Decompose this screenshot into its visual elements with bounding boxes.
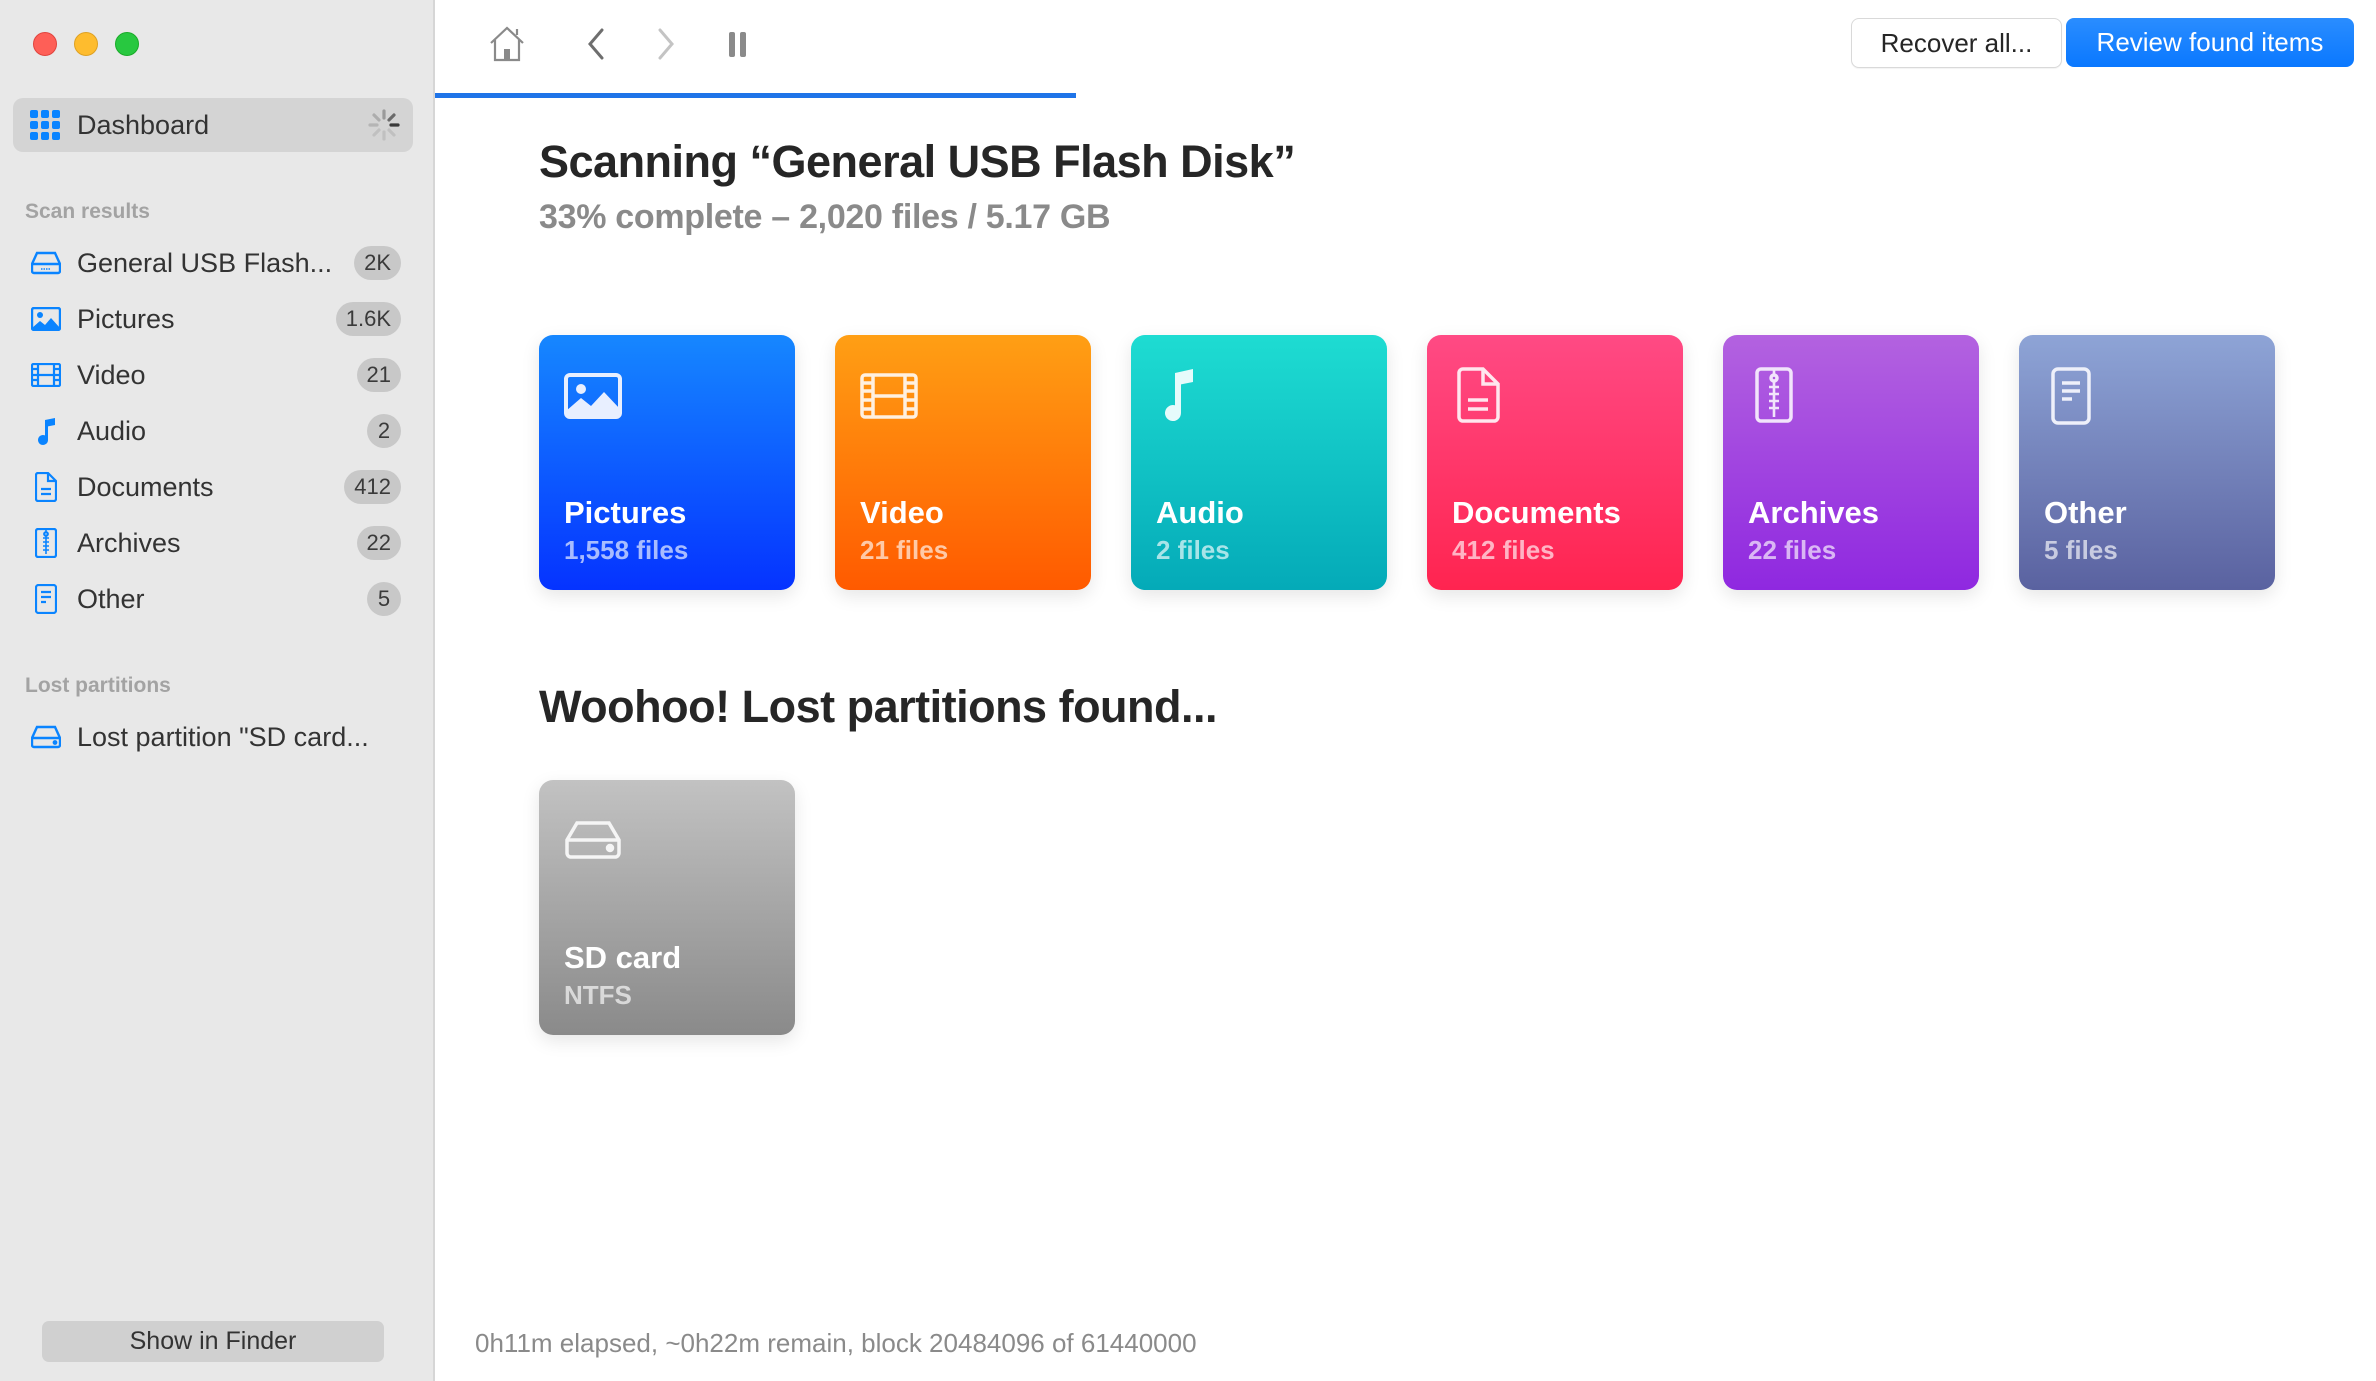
sidebar-item-label: Documents	[77, 471, 214, 502]
document-icon	[1457, 367, 1500, 423]
sidebar-item-audio[interactable]: Audio 2	[13, 406, 413, 456]
archive-icon	[1755, 367, 1793, 423]
music-note-icon	[30, 415, 62, 447]
sidebar-item-general-usb[interactable]: General USB Flash... 2K	[13, 238, 413, 288]
sidebar-item-label: Pictures	[77, 303, 175, 334]
sidebar-item-documents[interactable]: Documents 412	[13, 462, 413, 512]
scan-progress-bar	[435, 93, 1076, 98]
category-card-other[interactable]: Other 5 files	[2019, 335, 2275, 590]
category-card-pictures[interactable]: Pictures 1,558 files	[539, 335, 795, 590]
film-icon	[860, 373, 918, 419]
partition-cards: SD card NTFS	[539, 780, 795, 1035]
drive-icon	[30, 721, 62, 753]
category-count: 22 files	[1748, 535, 1837, 565]
category-name: Archives	[1748, 495, 1879, 530]
sidebar-item-label: Audio	[77, 415, 147, 446]
sidebar-item-video[interactable]: Video 21	[13, 350, 413, 400]
sidebar-item-other[interactable]: Other 5	[13, 574, 413, 624]
window-controls	[33, 32, 139, 56]
sidebar-item-label: Lost partition "SD card...	[77, 721, 369, 752]
category-card-audio[interactable]: Audio 2 files	[1131, 335, 1387, 590]
sidebar-item-label: General USB Flash...	[77, 247, 333, 278]
lost-partitions-heading: Woohoo! Lost partitions found...	[539, 681, 1218, 732]
category-card-archives[interactable]: Archives 22 files	[1723, 335, 1979, 590]
category-name: Documents	[1452, 495, 1621, 530]
category-card-documents[interactable]: Documents 412 files	[1427, 335, 1683, 590]
scan-status-text: 0h11m elapsed, ~0h22m remain, block 2048…	[475, 1328, 1197, 1358]
partition-name: SD card	[564, 940, 682, 975]
close-window-button[interactable]	[33, 32, 57, 56]
other-file-icon	[30, 583, 62, 615]
home-icon[interactable]	[485, 22, 529, 66]
count-badge: 1.6K	[335, 302, 401, 336]
sidebar: Dashboard Scan results General USB Flash…	[0, 0, 435, 1381]
category-name: Pictures	[564, 495, 687, 530]
picture-icon	[564, 373, 622, 419]
section-label-lost-partitions: Lost partitions	[25, 674, 171, 697]
category-card-video[interactable]: Video 21 files	[835, 335, 1091, 590]
count-badge: 2K	[354, 246, 401, 280]
category-name: Video	[860, 495, 944, 530]
partition-card-sd-card[interactable]: SD card NTFS	[539, 780, 795, 1035]
drive-icon	[565, 821, 621, 859]
partition-filesystem: NTFS	[564, 980, 632, 1010]
scan-summary: 33% complete – 2,020 files / 5.17 GB	[539, 198, 1111, 236]
grid-icon	[30, 110, 60, 140]
review-found-items-button[interactable]: Review found items	[2066, 18, 2354, 67]
count-badge: 412	[344, 470, 401, 504]
pause-icon[interactable]	[723, 22, 753, 66]
picture-icon	[30, 303, 62, 335]
category-cards: Pictures 1,558 files Video 21 files Audi…	[539, 335, 2275, 590]
count-badge: 5	[367, 582, 401, 616]
count-badge: 21	[356, 358, 401, 392]
spinner-icon	[368, 109, 400, 141]
count-badge: 2	[367, 414, 401, 448]
sidebar-item-pictures[interactable]: Pictures 1.6K	[13, 294, 413, 344]
section-label-scan-results: Scan results	[25, 200, 150, 223]
category-name: Audio	[1156, 495, 1244, 530]
sidebar-item-lost-partition[interactable]: Lost partition "SD card...	[13, 712, 413, 762]
music-note-icon	[1165, 369, 1193, 422]
category-name: Other	[2044, 495, 2127, 530]
main-content: Recover all... Review found items Scanni…	[435, 0, 2376, 1381]
sidebar-item-dashboard[interactable]: Dashboard	[13, 98, 413, 152]
category-count: 21 files	[860, 535, 949, 565]
sidebar-item-archives[interactable]: Archives 22	[13, 518, 413, 568]
chevron-left-icon[interactable]	[581, 22, 611, 66]
sidebar-item-label: Other	[77, 583, 145, 614]
category-count: 1,558 files	[564, 535, 689, 565]
other-file-icon	[2051, 367, 2091, 425]
maximize-window-button[interactable]	[115, 32, 139, 56]
minimize-window-button[interactable]	[74, 32, 98, 56]
sidebar-item-label: Video	[77, 359, 146, 390]
category-count: 2 files	[1156, 535, 1230, 565]
document-icon	[30, 471, 62, 503]
category-count: 5 files	[2044, 535, 2118, 565]
archive-icon	[30, 527, 62, 559]
recover-all-button[interactable]: Recover all...	[1851, 18, 2062, 68]
category-count: 412 files	[1452, 535, 1555, 565]
drive-icon	[30, 247, 62, 279]
count-badge: 22	[356, 526, 401, 560]
film-icon	[30, 359, 62, 391]
page-title: Scanning “General USB Flash Disk”	[539, 136, 1296, 187]
sidebar-item-label: Archives	[77, 527, 181, 558]
sidebar-item-label: Dashboard	[77, 109, 210, 140]
show-in-finder-button[interactable]: Show in Finder	[42, 1321, 384, 1362]
chevron-right-icon[interactable]	[651, 22, 681, 66]
